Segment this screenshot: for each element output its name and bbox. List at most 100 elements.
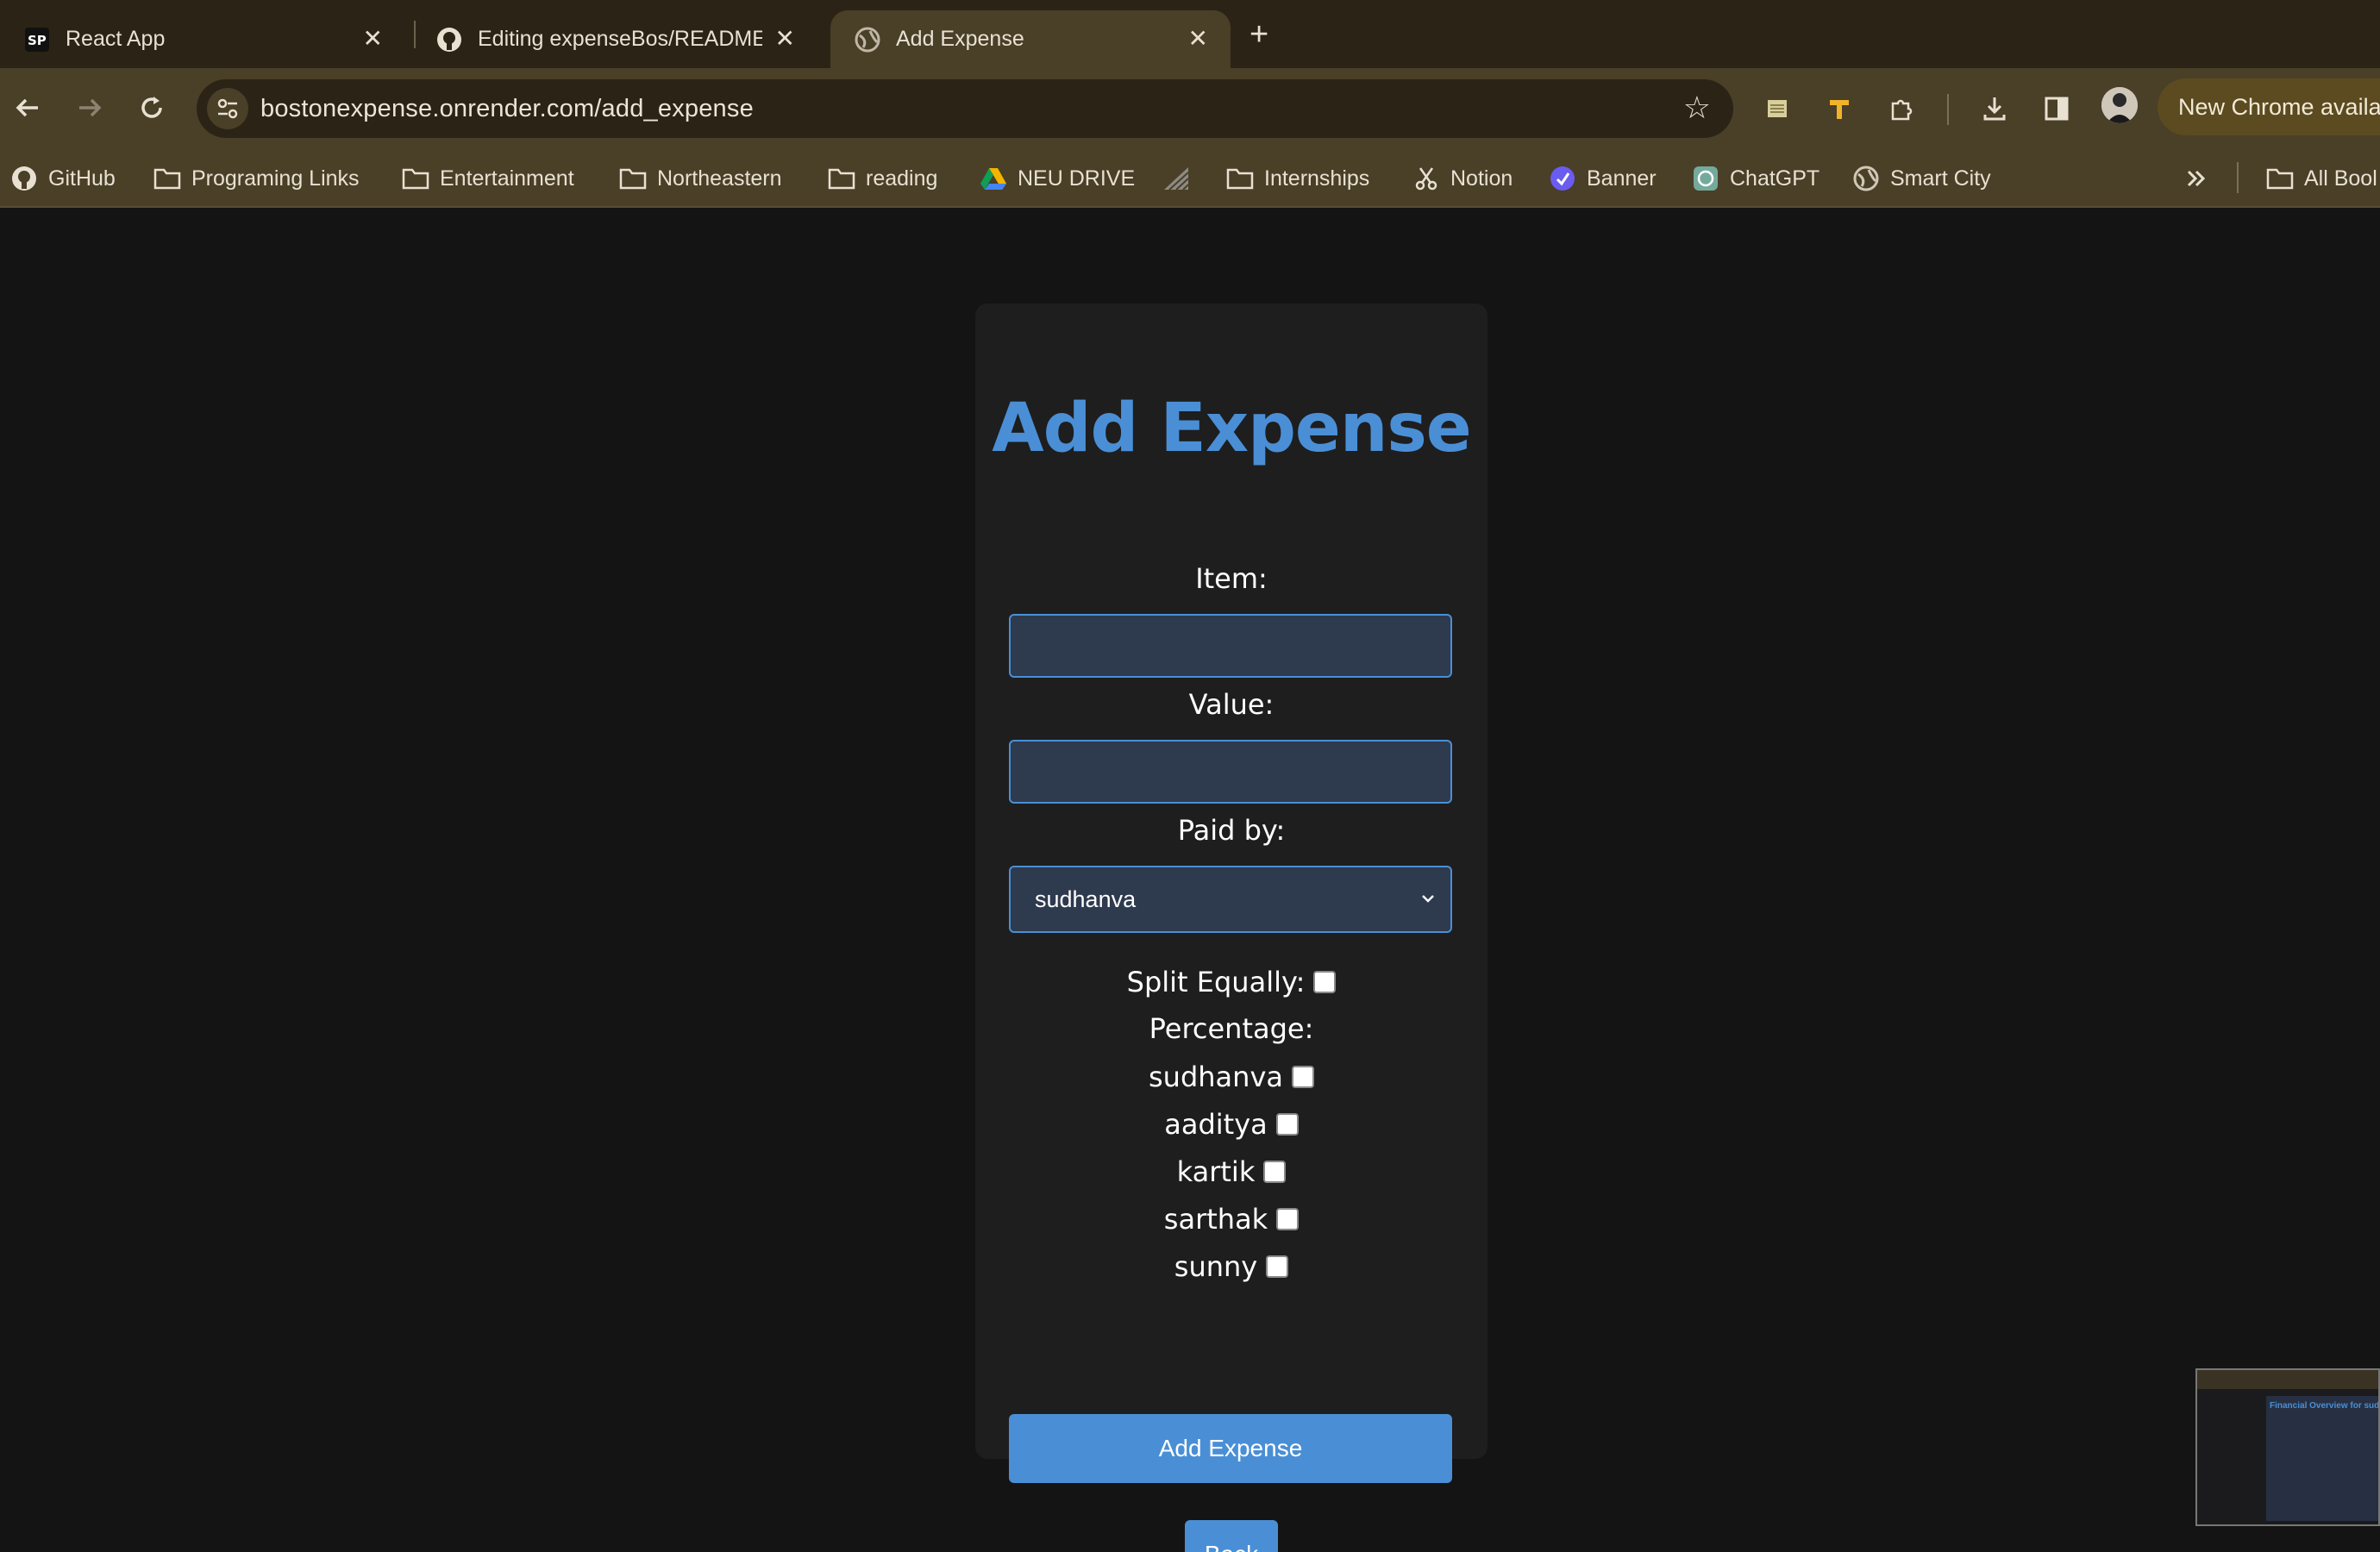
side-panel-icon[interactable] bbox=[2040, 92, 2073, 125]
url-text[interactable]: bostonexpense.onrender.com/add_expense bbox=[260, 95, 754, 123]
bookmark-notion[interactable]: Notion bbox=[1412, 162, 1513, 195]
browser-chrome: SP React App ✕ Editing expenseBos/README… bbox=[0, 0, 2380, 208]
person-row-sudhanva: sudhanva bbox=[975, 1061, 1488, 1093]
new-tab-icon[interactable]: + bbox=[1250, 16, 1268, 53]
bookmark-label: Programing Links bbox=[191, 166, 360, 191]
bookmark-northeastern[interactable]: Northeastern bbox=[619, 162, 782, 195]
tab-react-app[interactable]: SP React App ✕ bbox=[0, 10, 405, 68]
bookmark-stripes[interactable] bbox=[1162, 162, 1200, 195]
tab-add-expense[interactable]: Add Expense ✕ bbox=[830, 10, 1231, 68]
tab-title: Add Expense bbox=[896, 27, 1024, 51]
person-checkbox[interactable] bbox=[1275, 1113, 1299, 1136]
paid-by-selected-value: sudhanva bbox=[1035, 886, 1137, 912]
person-row-kartik: kartik bbox=[975, 1155, 1488, 1188]
globe-icon bbox=[1852, 165, 1880, 192]
tab-title: Editing expenseBos/README bbox=[478, 27, 762, 51]
percentage-label: Percentage: bbox=[1149, 1012, 1314, 1045]
banner-icon bbox=[1549, 165, 1576, 192]
folder-icon bbox=[153, 165, 181, 192]
add-expense-button[interactable]: Add Expense bbox=[1009, 1414, 1452, 1483]
person-row-aaditya: aaditya bbox=[975, 1108, 1488, 1141]
person-checkbox[interactable] bbox=[1263, 1161, 1287, 1183]
tab-strip: SP React App ✕ Editing expenseBos/README… bbox=[0, 0, 2380, 68]
bookmark-label: Smart City bbox=[1890, 166, 1991, 191]
bookmark-label: reading bbox=[866, 166, 938, 191]
bookmark-internships[interactable]: Internships bbox=[1226, 162, 1369, 195]
person-checkbox[interactable] bbox=[1276, 1208, 1300, 1230]
bookmarks-overflow-icon[interactable] bbox=[2183, 162, 2209, 195]
site-settings-icon[interactable] bbox=[207, 88, 248, 129]
back-button[interactable]: Back bbox=[1185, 1520, 1278, 1552]
extensions-puzzle-icon[interactable] bbox=[1885, 92, 1918, 125]
bookmark-programing-links[interactable]: Programing Links bbox=[153, 162, 360, 195]
thumbnail-card bbox=[2266, 1396, 2378, 1521]
split-equally-label: Split Equally: bbox=[1126, 966, 1306, 998]
globe-icon bbox=[855, 27, 880, 53]
bookmark-label: Northeastern bbox=[657, 166, 782, 191]
bookmarks-bar: GitHub Programing Links Entertainment No… bbox=[0, 148, 2380, 208]
page-content: Add Expense Item: Value: Paid by: sudhan… bbox=[0, 208, 2380, 1552]
bookmark-label: Banner bbox=[1587, 166, 1657, 191]
bookmark-all-bookmarks[interactable]: All Bool bbox=[2266, 162, 2377, 195]
github-icon bbox=[10, 165, 38, 192]
paid-by-label: Paid by: bbox=[1177, 814, 1286, 847]
person-name: kartik bbox=[1176, 1155, 1256, 1188]
person-row-sarthak: sarthak bbox=[975, 1203, 1488, 1236]
item-input[interactable] bbox=[1009, 614, 1452, 678]
bookmark-entertainment[interactable]: Entertainment bbox=[402, 162, 574, 195]
split-equally-checkbox[interactable] bbox=[1313, 971, 1337, 993]
folder-icon bbox=[828, 165, 855, 192]
tab-editing-readme[interactable]: Editing expenseBos/README ✕ bbox=[412, 10, 817, 68]
tab-close-icon[interactable]: ✕ bbox=[775, 26, 795, 52]
github-icon bbox=[436, 27, 462, 53]
notes-extension-icon[interactable] bbox=[1761, 92, 1794, 125]
address-bar[interactable]: bostonexpense.onrender.com/add_expense ☆ bbox=[197, 79, 1733, 138]
t-extension-icon[interactable] bbox=[1823, 92, 1856, 125]
tab-title: React App bbox=[66, 27, 166, 51]
react-app-favicon-icon: SP bbox=[24, 27, 50, 53]
bookmark-label: ChatGPT bbox=[1730, 166, 1820, 191]
split-equally-row: Split Equally: bbox=[975, 966, 1488, 998]
tab-close-icon[interactable]: ✕ bbox=[363, 26, 383, 52]
person-checkbox[interactable] bbox=[1291, 1066, 1314, 1088]
thumbnail-browser-bar bbox=[2197, 1370, 2378, 1389]
bookmark-label: GitHub bbox=[48, 166, 116, 191]
bookmark-reading[interactable]: reading bbox=[828, 162, 937, 195]
scissors-icon bbox=[1412, 165, 1440, 192]
bookmark-neu-drive[interactable]: NEU DRIVE bbox=[980, 162, 1135, 195]
paid-by-select[interactable]: sudhanva bbox=[1009, 866, 1452, 933]
screenshot-thumbnail[interactable]: Financial Overview for sudhanva bbox=[2195, 1368, 2380, 1526]
bookmark-star-icon[interactable]: ☆ bbox=[1683, 90, 1711, 126]
back-arrow-icon[interactable] bbox=[7, 87, 48, 128]
bookmark-chatgpt[interactable]: ChatGPT bbox=[1692, 162, 1819, 195]
profile-avatar[interactable] bbox=[2101, 87, 2138, 123]
chatgpt-icon bbox=[1692, 165, 1719, 192]
chrome-update-button[interactable]: New Chrome availa bbox=[2158, 78, 2380, 135]
folder-icon bbox=[1226, 165, 1254, 192]
bookmark-banner[interactable]: Banner bbox=[1549, 162, 1657, 195]
person-row-sunny: sunny bbox=[975, 1250, 1488, 1283]
folder-icon bbox=[619, 165, 647, 192]
bookmark-label: NEU DRIVE bbox=[1018, 166, 1136, 191]
page-title: Add Expense bbox=[992, 390, 1471, 467]
bookmarks-divider bbox=[2237, 162, 2239, 193]
bookmark-label: Entertainment bbox=[440, 166, 574, 191]
svg-text:SP: SP bbox=[28, 33, 47, 48]
stripes-icon bbox=[1162, 165, 1190, 192]
chevron-down-icon bbox=[1416, 886, 1440, 917]
value-input[interactable] bbox=[1009, 740, 1452, 804]
bookmark-label: Internships bbox=[1264, 166, 1370, 191]
reload-icon[interactable] bbox=[131, 87, 172, 128]
person-checkbox[interactable] bbox=[1266, 1255, 1289, 1278]
person-name: sudhanva bbox=[1149, 1061, 1283, 1093]
bookmark-label: Notion bbox=[1450, 166, 1513, 191]
tab-close-icon[interactable]: ✕ bbox=[1188, 26, 1208, 52]
bookmark-github[interactable]: GitHub bbox=[10, 162, 116, 195]
toolbar-divider bbox=[1947, 94, 1949, 125]
bookmark-smart-city[interactable]: Smart City bbox=[1852, 162, 1991, 195]
forward-arrow-icon[interactable] bbox=[69, 87, 110, 128]
download-icon[interactable] bbox=[1978, 92, 2011, 125]
value-label: Value: bbox=[1188, 688, 1275, 721]
browser-toolbar: bostonexpense.onrender.com/add_expense ☆… bbox=[0, 68, 2380, 148]
folder-icon bbox=[402, 165, 429, 192]
